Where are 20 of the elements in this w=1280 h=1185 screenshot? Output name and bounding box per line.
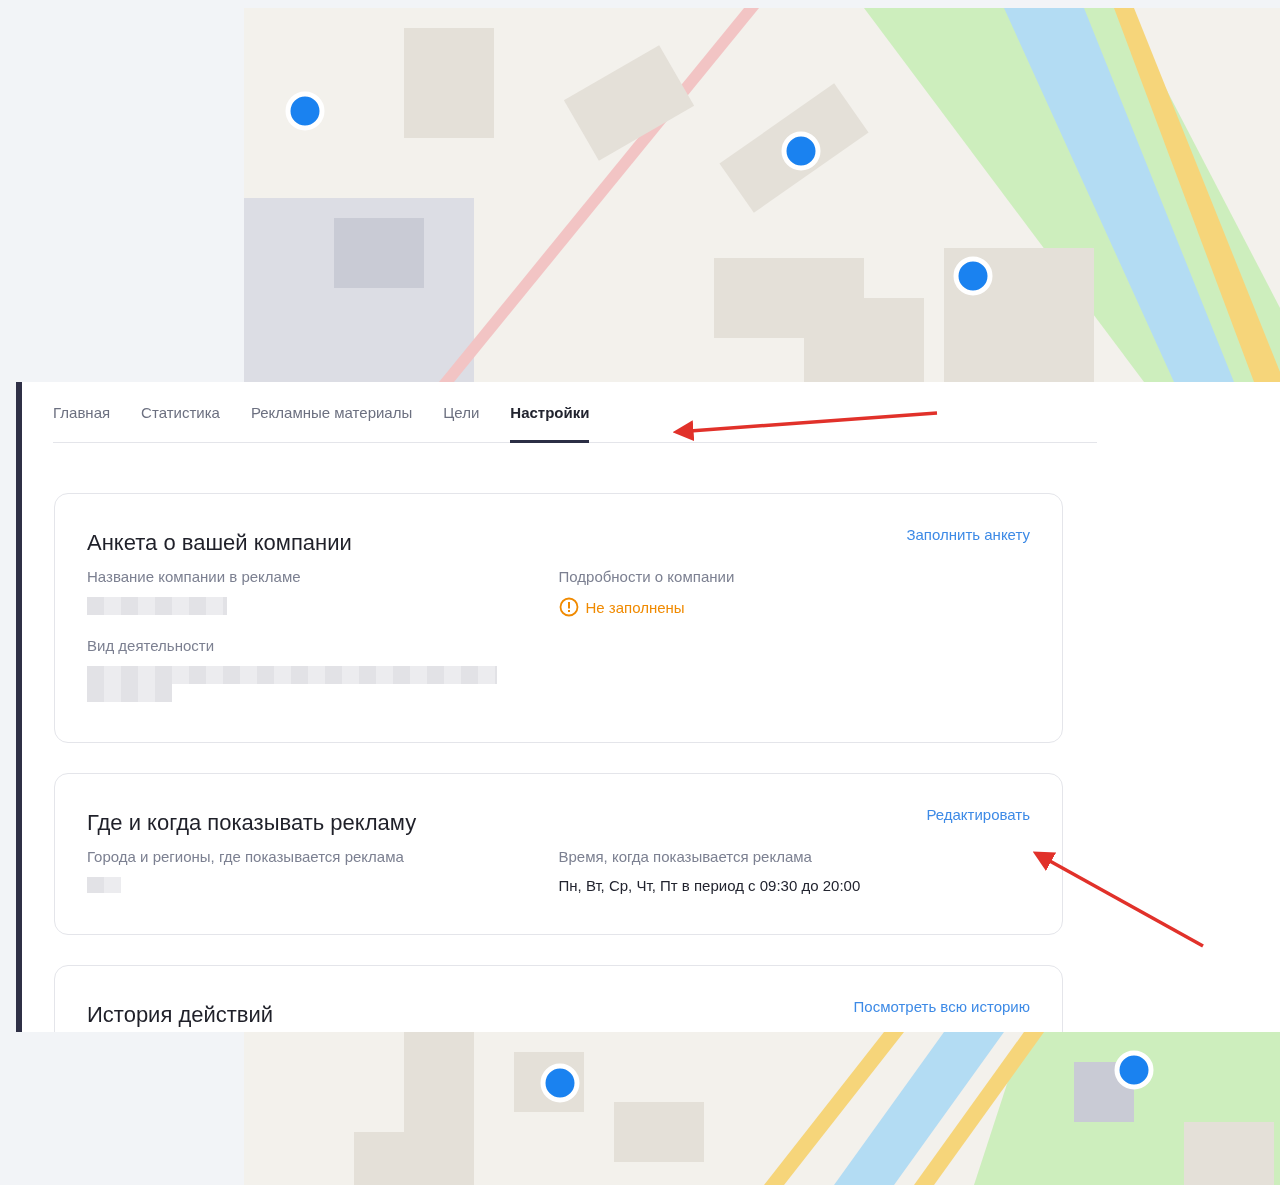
field-label: Вид деятельности bbox=[87, 637, 215, 654]
field-label: Города и регионы, где показывается реклама bbox=[87, 848, 405, 865]
card-title: Где и когда показывать рекламу bbox=[87, 810, 417, 836]
field-label: Название компании в рекламе bbox=[87, 568, 302, 585]
card-title: Анкета о вашей компании bbox=[87, 530, 352, 556]
field-value: Не заполнены bbox=[585, 598, 685, 616]
tab[interactable]: Цели bbox=[443, 382, 480, 443]
tab[interactable]: Статистика bbox=[141, 382, 220, 443]
field-label: Подробности о компании bbox=[558, 568, 736, 585]
field-label: Время, когда показывается реклама bbox=[558, 848, 813, 865]
card-link[interactable]: Заполнить анкету bbox=[906, 526, 1030, 543]
field-value: Пн, Вт, Ср, Чт, Пт в период с 09:30 до 20:00 bbox=[558, 877, 862, 894]
tab[interactable]: Рекламные материалы bbox=[250, 382, 413, 443]
tab[interactable]: Главная bbox=[53, 382, 111, 443]
card-link[interactable]: Редактировать bbox=[926, 806, 1030, 823]
tab[interactable]: Настройки bbox=[510, 382, 590, 443]
card-link[interactable]: Посмотреть всю историю bbox=[853, 998, 1030, 1015]
card-title: История действий bbox=[87, 1002, 274, 1028]
warning-icon bbox=[558, 597, 579, 617]
redacted-block bbox=[87, 877, 121, 893]
